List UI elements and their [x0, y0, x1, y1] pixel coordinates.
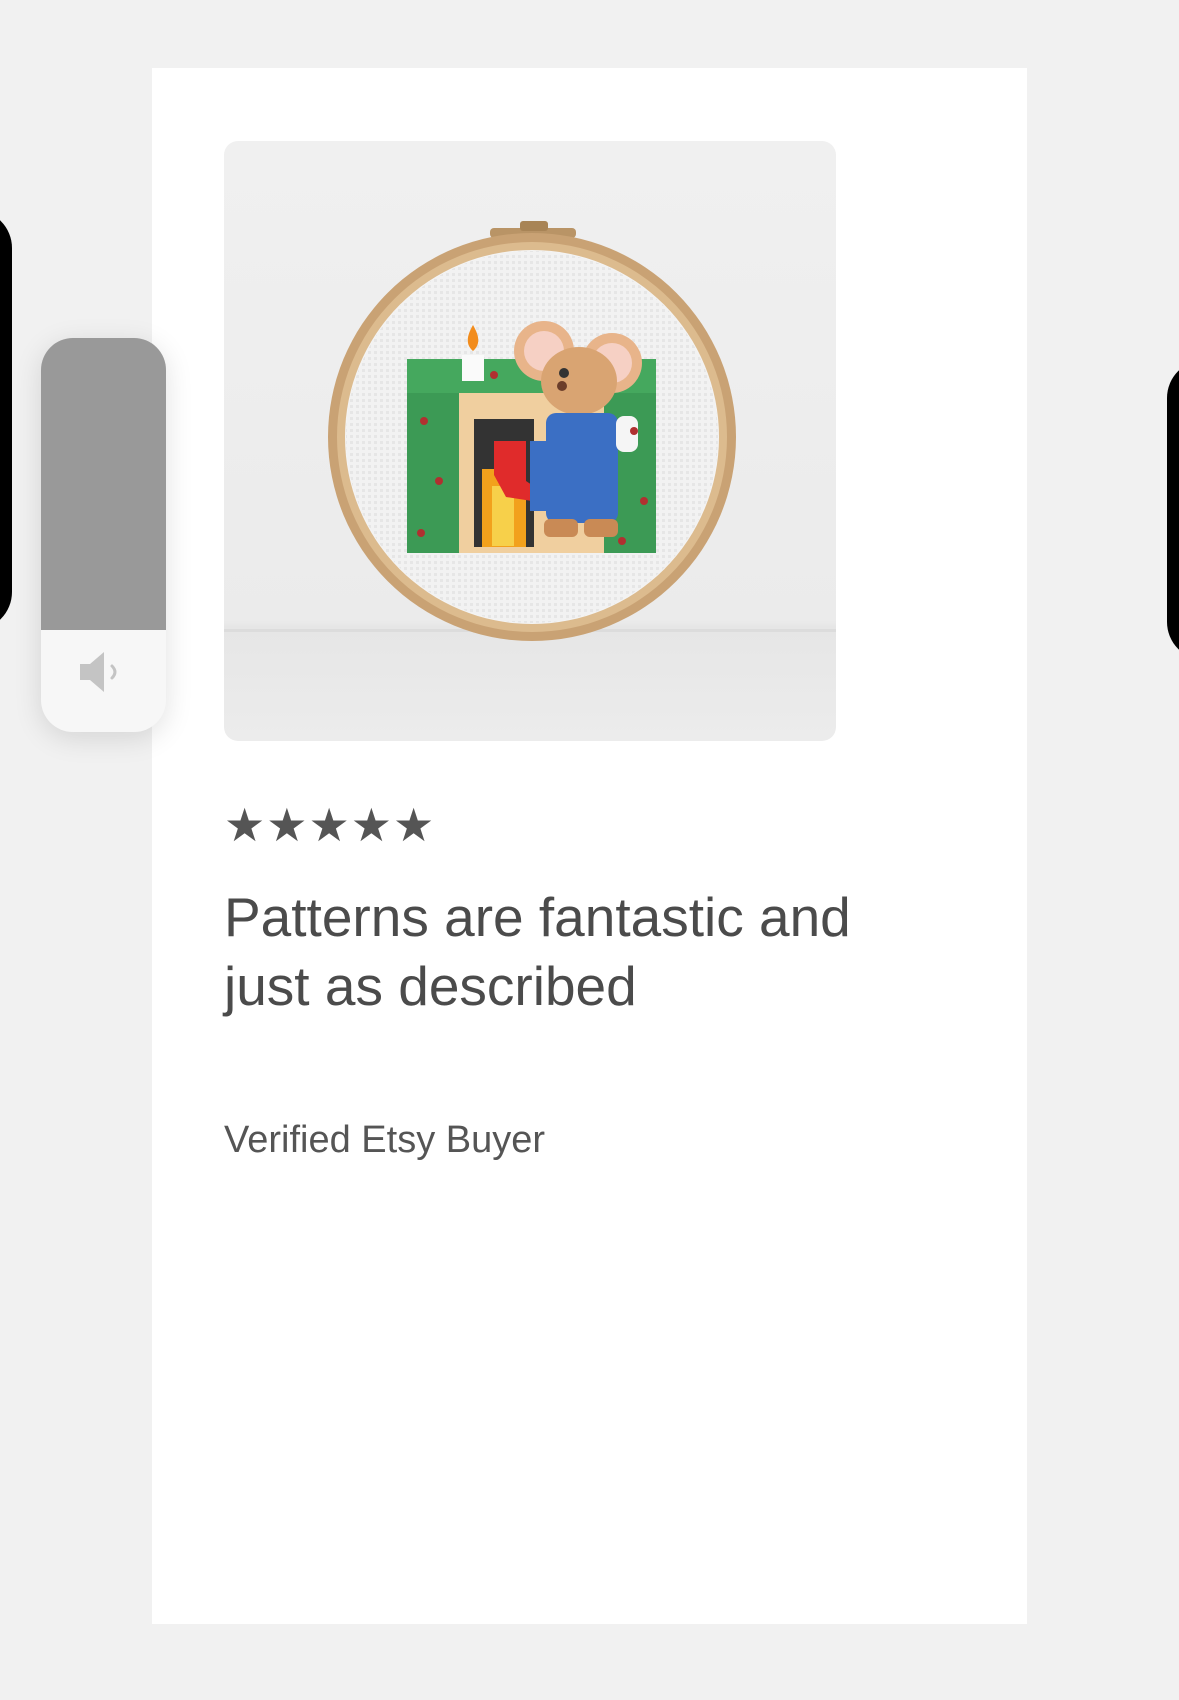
speaker-icon — [80, 652, 117, 692]
volume-slider[interactable] — [41, 338, 166, 732]
reviewer-label: Verified Etsy Buyer — [224, 1119, 546, 1161]
device-edge-left — [0, 210, 12, 630]
device-edge-right — [1167, 360, 1179, 660]
cross-stitch-hoop-image — [224, 221, 836, 641]
review-title: Patterns are fantastic and just as descr… — [224, 886, 851, 1017]
rating-stars: ★★★★★ — [224, 798, 436, 852]
review-photo[interactable] — [224, 141, 836, 741]
volume-level-fill — [41, 338, 166, 630]
review-card[interactable]: ★★★★★ Patterns are fantastic and just as… — [152, 68, 1027, 1624]
